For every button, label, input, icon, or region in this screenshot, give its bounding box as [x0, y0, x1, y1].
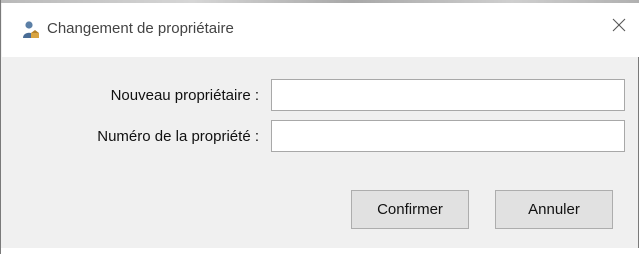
confirm-button[interactable]: Confirmer — [351, 190, 469, 229]
close-icon — [612, 18, 626, 37]
owner-input[interactable] — [271, 79, 625, 111]
owner-label: Nouveau propriétaire : — [110, 87, 259, 104]
property-number-input[interactable] — [271, 120, 625, 152]
property-number-label: Numéro de la propriété : — [97, 128, 259, 145]
close-button[interactable] — [605, 13, 633, 41]
title-bar[interactable]: Changement de propriétaire — [2, 3, 639, 57]
window-title: Changement de propriétaire — [47, 20, 234, 37]
user-icon — [21, 20, 41, 40]
cancel-button[interactable]: Annuler — [495, 190, 613, 229]
dialog-window: Changement de propriétaire Nouveau propr… — [0, 0, 639, 254]
window-bottom-edge — [1, 248, 639, 254]
